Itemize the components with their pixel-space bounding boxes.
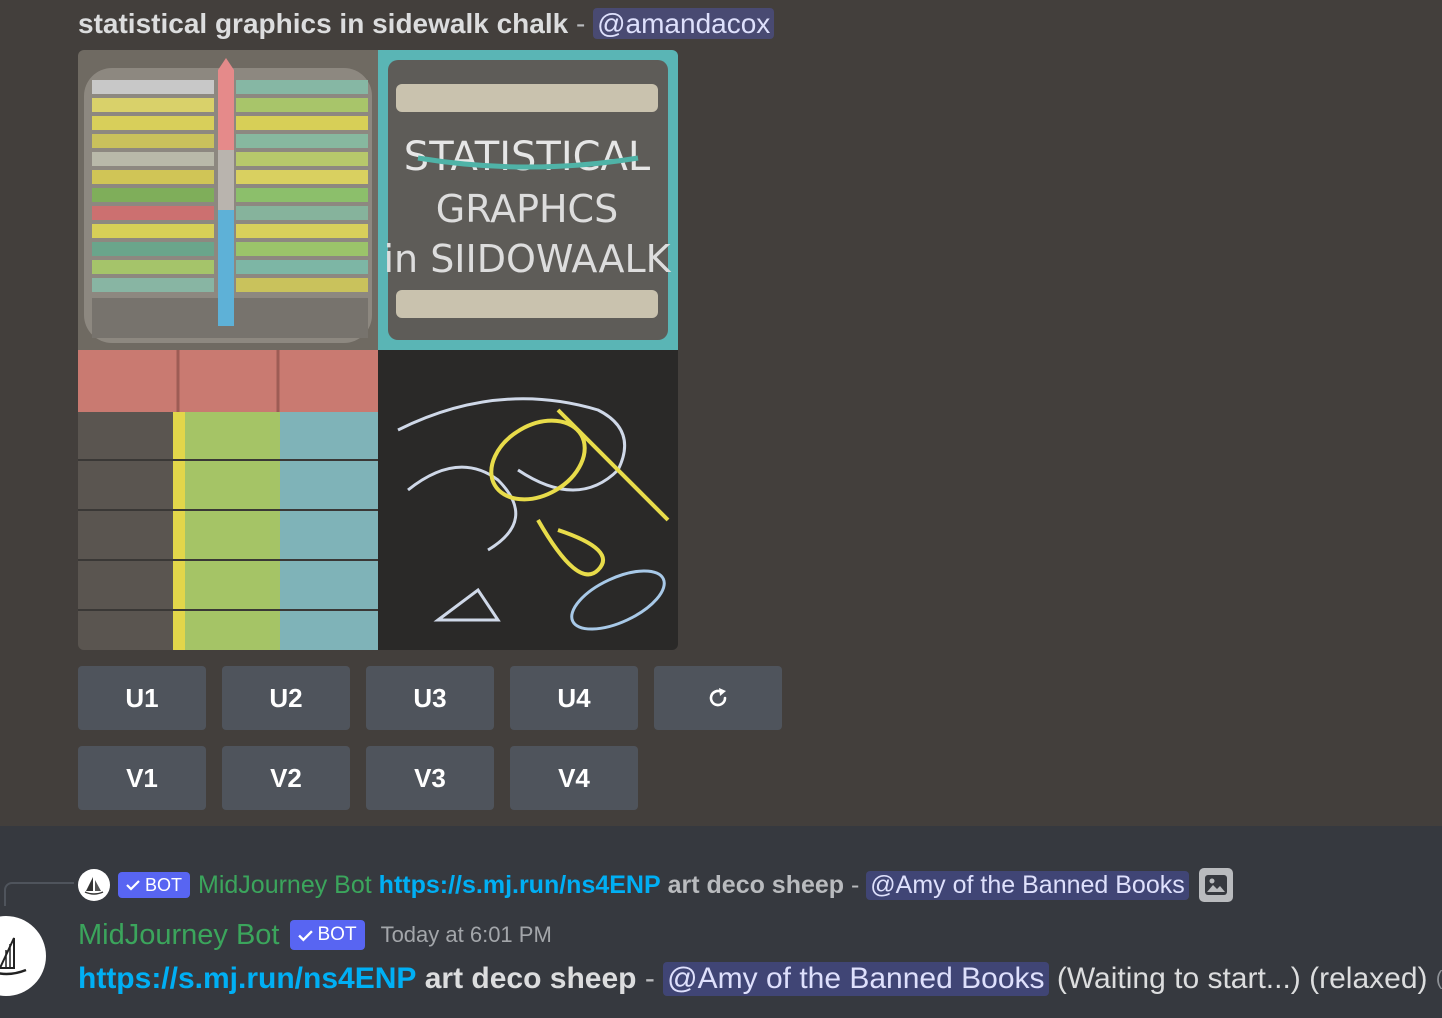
reply-avatar [78,869,110,901]
message-header: MidJourney Bot BOT Today at 6:01 PM [78,914,552,956]
grid-tile-2: STATISTICAL GRAPHCS in SIIDOWAALK [378,50,678,350]
sailboat-icon [84,877,104,895]
message-link[interactable]: https://s.mj.run/ns4ENP [78,962,416,996]
grid-tile-1 [78,50,378,350]
variation-2-button[interactable]: V2 [222,746,350,810]
reroll-button[interactable] [654,666,782,730]
sailboat-icon [0,937,27,976]
svg-text:STATISTICAL: STATISTICAL [404,134,651,180]
prompt-text: statistical graphics in sidewalk chalk [78,8,569,39]
reply-author[interactable]: MidJourney Bot [198,871,372,900]
variation-1-button[interactable]: V1 [78,746,206,810]
checkmark-icon [126,880,140,891]
message-separator: - [644,962,655,995]
svg-text:GRAPHCS: GRAPHCS [436,187,618,231]
message-mention[interactable]: @Amy of the Banned Books [663,962,1049,996]
upscale-3-button[interactable]: U3 [366,666,494,730]
message-bot-tag-label: BOT [317,924,357,945]
message-truncated-text: (e [1435,967,1442,990]
variation-4-button[interactable]: V4 [510,746,638,810]
message-content: https://s.mj.run/ns4ENP art deco sheep -… [78,958,1442,1000]
reply-prompt: art deco sheep [667,870,845,899]
grid-tile-3 [78,350,378,650]
checkmark-icon [297,929,313,941]
reply-mention[interactable]: @Amy of the Banned Books [866,870,1189,900]
reply-spine [4,882,74,906]
message-bot-tag: BOT [289,920,365,950]
message-status: (Waiting to start...) (relaxed) [1056,962,1428,995]
svg-text:in SIIDOWAALK: in SIIDOWAALK [383,237,671,281]
reply-link[interactable]: https://s.mj.run/ns4ENP [379,871,661,900]
grid-tile-4 [378,350,678,650]
reply-separator: - [851,870,860,899]
variation-3-button[interactable]: V3 [366,746,494,810]
prompt-line: statistical graphics in sidewalk chalk -… [78,4,775,44]
prompt-separator: - [576,8,586,39]
message-timestamp: Today at 6:01 PM [380,922,552,947]
image-grid[interactable]: STATISTICAL GRAPHCS in SIIDOWAALK [78,50,678,650]
upscale-4-button[interactable]: U4 [510,666,638,730]
message-prompt: art deco sheep [424,962,637,995]
upscale-2-button[interactable]: U2 [222,666,350,730]
previous-message: statistical graphics in sidewalk chalk -… [0,0,1442,826]
image-icon[interactable] [1198,868,1233,902]
refresh-icon [709,688,727,707]
message-author[interactable]: MidJourney Bot [78,919,280,952]
reply-bot-tag-label: BOT [145,874,183,895]
reply-preview[interactable]: BOT MidJourney Bot https://s.mj.run/ns4E… [78,866,1233,904]
upscale-1-button[interactable]: U1 [78,666,206,730]
user-mention[interactable]: @amandacox [593,8,775,39]
reply-bot-tag: BOT [118,872,191,898]
